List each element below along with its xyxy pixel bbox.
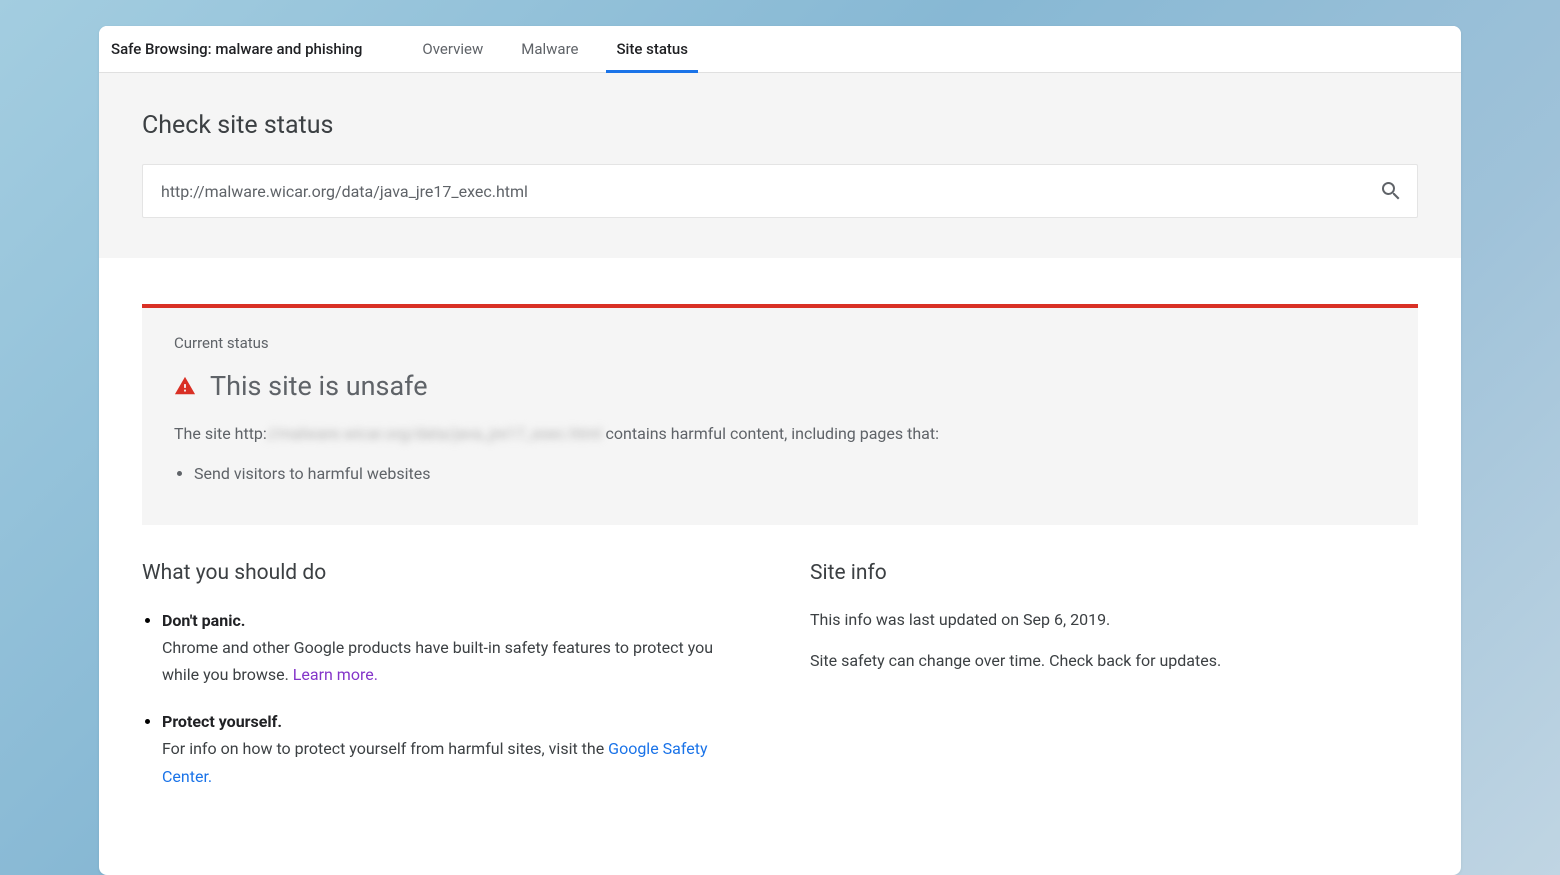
status-reason-list: Send visitors to harmful websites [174, 461, 1386, 487]
learn-more-link[interactable]: Learn more. [293, 665, 378, 684]
advice-heading: What you should do [142, 561, 750, 585]
advice-item-protect: Protect yourself. For info on how to pro… [162, 708, 750, 790]
safe-browsing-card: Safe Browsing: malware and phishing Over… [99, 26, 1461, 875]
bottom-columns: What you should do Don't panic. Chrome a… [99, 525, 1461, 810]
header-bar: Safe Browsing: malware and phishing Over… [99, 26, 1461, 73]
advice-item-body: Chrome and other Google products have bu… [162, 634, 750, 688]
search-row [142, 164, 1418, 218]
search-icon[interactable] [1379, 179, 1403, 203]
advice-item-title: Protect yourself. [162, 708, 750, 735]
site-info-heading: Site info [810, 561, 1418, 585]
check-heading: Check site status [142, 111, 1418, 140]
status-section: Current status This site is unsafe The s… [99, 258, 1461, 525]
page-title: Safe Browsing: malware and phishing [111, 40, 412, 58]
advice-item-dont-panic: Don't panic. Chrome and other Google pro… [162, 607, 750, 689]
url-input[interactable] [161, 182, 1379, 201]
tab-overview[interactable]: Overview [412, 27, 493, 73]
advice-list: Don't panic. Chrome and other Google pro… [142, 607, 750, 790]
status-desc-prefix: The site http: [174, 424, 267, 443]
advice-column: What you should do Don't panic. Chrome a… [142, 561, 750, 810]
advice-item-title: Don't panic. [162, 607, 750, 634]
advice-item-body: For info on how to protect yourself from… [162, 735, 750, 789]
advice-item-text: For info on how to protect yourself from… [162, 739, 608, 758]
site-info-updated: This info was last updated on Sep 6, 201… [810, 607, 1418, 633]
tab-list: Overview Malware Site status [412, 26, 698, 72]
status-box: Current status This site is unsafe The s… [142, 304, 1418, 525]
site-info-column: Site info This info was last updated on … [810, 561, 1418, 810]
advice-item-text: Chrome and other Google products have bu… [162, 638, 713, 684]
status-description: The site http://malware.wicar.org/data/j… [174, 424, 1386, 443]
site-info-note: Site safety can change over time. Check … [810, 648, 1418, 674]
check-site-section: Check site status [99, 73, 1461, 258]
warning-icon [174, 375, 196, 397]
status-reason-item: Send visitors to harmful websites [194, 461, 1386, 487]
tab-malware[interactable]: Malware [511, 27, 588, 73]
current-status-label: Current status [174, 334, 1386, 352]
status-heading: This site is unsafe [210, 370, 428, 402]
status-heading-row: This site is unsafe [174, 370, 1386, 402]
status-desc-url: //malware.wicar.org/data/java_jre17_exec… [267, 424, 602, 443]
status-desc-suffix: contains harmful content, including page… [602, 424, 939, 443]
tab-site-status[interactable]: Site status [606, 27, 698, 73]
